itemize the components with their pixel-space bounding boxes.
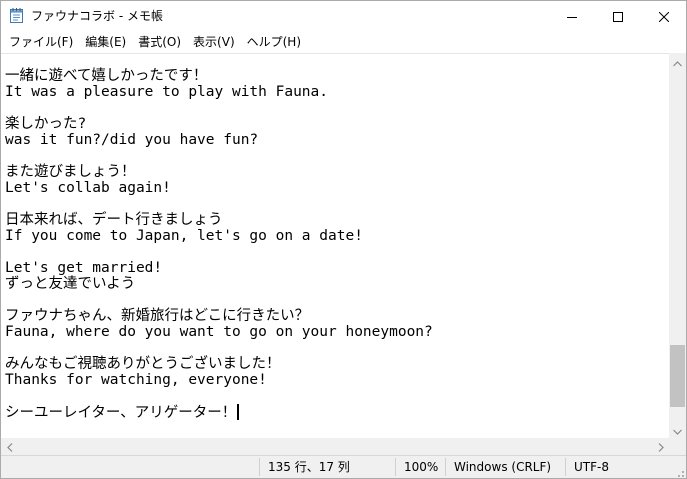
scroll-left-button[interactable] bbox=[1, 438, 18, 455]
menu-edit[interactable]: 編集(E) bbox=[79, 34, 132, 50]
editor-line: was it fun?/did you have fun? bbox=[5, 132, 259, 148]
text-editor[interactable]: 一緒に遊べて嬉しかったです！ It was a pleasure to play… bbox=[1, 53, 669, 439]
current-line-text: シーユーレイター、アリゲーター！ bbox=[5, 405, 237, 421]
notepad-icon bbox=[10, 8, 23, 23]
editor-line: ずっと友達でいよう bbox=[5, 276, 136, 292]
maximize-button[interactable] bbox=[595, 1, 641, 31]
minimize-button[interactable] bbox=[549, 1, 595, 31]
editor-line: ファウナちゃん、新婚旅行はどこに行きたい？ bbox=[5, 308, 310, 324]
chevron-down-icon bbox=[673, 420, 682, 439]
vertical-scroll-thumb[interactable] bbox=[670, 344, 685, 407]
editor-line: It was a pleasure to play with Fauna. bbox=[5, 84, 329, 100]
scrollbar-corner bbox=[669, 438, 686, 455]
menu-help[interactable]: ヘルプ(H) bbox=[241, 34, 307, 50]
editor-line: また遊びましょう！ bbox=[5, 164, 136, 180]
line-ending: Windows (CRLF) bbox=[454, 460, 552, 474]
encoding: UTF-8 bbox=[574, 460, 609, 474]
chevron-up-icon bbox=[673, 52, 682, 71]
scroll-down-button[interactable] bbox=[669, 421, 686, 438]
editor-line: Fauna, where do you want to go on your h… bbox=[5, 324, 433, 340]
scroll-up-button[interactable] bbox=[669, 53, 686, 70]
editor-line: 一緒に遊べて嬉しかったです！ bbox=[5, 68, 208, 84]
close-icon bbox=[658, 7, 670, 26]
status-divider bbox=[565, 458, 566, 476]
window-title: ファウナコラボ - メモ帳 bbox=[31, 9, 163, 23]
editor-line: If you come to Japan, let's go on a date… bbox=[5, 228, 363, 244]
resize-grip-icon[interactable] bbox=[674, 466, 684, 477]
menu-file[interactable]: ファイル(F) bbox=[3, 34, 79, 50]
cursor-position: 135 行、17 列 bbox=[268, 460, 350, 474]
menu-bar: ファイル(F) 編集(E) 書式(O) 表示(V) ヘルプ(H) bbox=[1, 31, 686, 52]
chevron-left-icon bbox=[6, 437, 13, 456]
editor-line: 日本来れば、デート行きましょう bbox=[5, 212, 223, 228]
status-divider bbox=[259, 458, 260, 476]
notepad-window: ファウナコラボ - メモ帳 ファイル(F) 編集(E) 書式(O) 表示(V) … bbox=[0, 0, 687, 479]
zoom-level: 100% bbox=[404, 460, 439, 474]
editor-line: Thanks for watching, everyone! bbox=[5, 372, 267, 388]
menu-format[interactable]: 書式(O) bbox=[132, 34, 187, 50]
status-divider bbox=[395, 458, 396, 476]
title-bar[interactable]: ファウナコラボ - メモ帳 bbox=[1, 1, 686, 31]
menu-view[interactable]: 表示(V) bbox=[187, 34, 241, 50]
horizontal-scrollbar[interactable] bbox=[1, 438, 669, 455]
chevron-right-icon bbox=[658, 437, 664, 456]
editor-line: Let's get married! bbox=[5, 260, 163, 276]
close-button[interactable] bbox=[641, 1, 686, 31]
maximize-icon bbox=[613, 7, 623, 26]
status-bar: 135 行、17 列 100% Windows (CRLF) UTF-8 bbox=[1, 455, 686, 478]
scroll-right-button[interactable] bbox=[652, 438, 669, 455]
text-caret bbox=[237, 404, 240, 420]
editor-line: みんなもご視聴ありがとうございました！ bbox=[5, 356, 281, 372]
editor-line-current: シーユーレイター、アリゲーター！ bbox=[5, 404, 240, 421]
minimize-icon bbox=[567, 7, 577, 26]
editor-line: 楽しかった? bbox=[5, 116, 87, 132]
status-divider bbox=[445, 458, 446, 476]
vertical-scrollbar[interactable] bbox=[669, 53, 686, 438]
editor-line: Let's collab again! bbox=[5, 180, 171, 196]
